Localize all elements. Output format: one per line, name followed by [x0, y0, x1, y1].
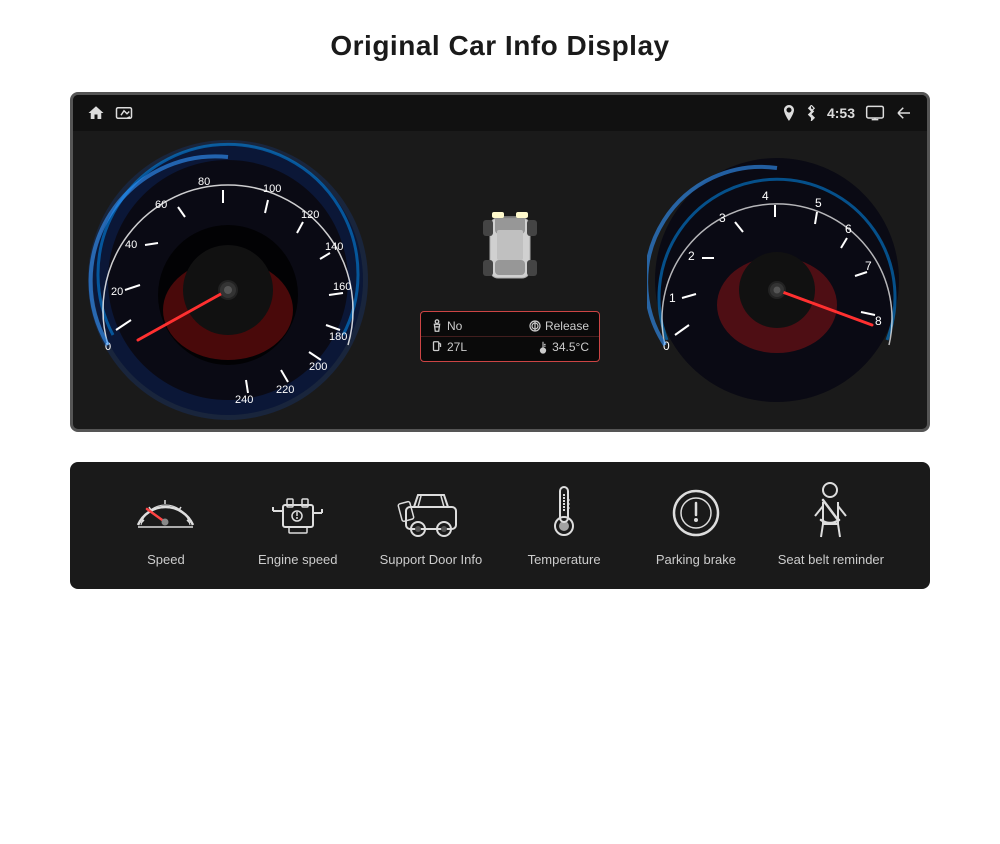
feature-speed: Speed	[116, 482, 216, 569]
seatbelt-row: No Release	[421, 316, 599, 337]
feature-temperature: Temperature	[514, 482, 614, 569]
svg-text:220: 220	[276, 384, 294, 396]
svg-text:160: 160	[333, 281, 351, 293]
temp-label: 34.5°C	[538, 340, 589, 354]
svg-text:240: 240	[235, 394, 253, 406]
svg-text:20: 20	[111, 286, 123, 298]
fuel-value: 27L	[447, 340, 467, 354]
speed-gauge: 0 20 40 60 80	[83, 135, 373, 425]
page-container: Original Car Info Display	[0, 0, 1000, 844]
svg-text:100: 100	[263, 183, 281, 195]
feature-seatbelt: Seat belt reminder	[778, 482, 884, 569]
feature-door-info: Support Door Info	[380, 482, 483, 569]
parking-brake-label: Parking brake	[656, 552, 736, 569]
home-icon	[87, 104, 105, 122]
temperature-label: Temperature	[528, 552, 601, 569]
svg-text:120: 120	[301, 209, 319, 221]
seatbelt-label: No	[431, 319, 462, 333]
screen-mirror-icon	[865, 105, 885, 121]
temp-value: 34.5°C	[552, 340, 589, 354]
brake-icon	[661, 482, 731, 542]
fuel-label: 27L	[431, 340, 467, 354]
speed-icon	[131, 482, 201, 542]
status-right: 4:53	[783, 104, 913, 122]
svg-text:60: 60	[155, 199, 167, 211]
page-title: Original Car Info Display	[330, 30, 669, 62]
info-panel: No Release	[420, 311, 600, 362]
parking-value: Release	[545, 319, 589, 333]
svg-text:140: 140	[325, 241, 343, 253]
svg-text:8: 8	[875, 314, 882, 328]
seatbelt-icon	[796, 482, 866, 542]
back-icon	[895, 104, 913, 122]
status-left	[87, 104, 133, 122]
rpm-gauge: 0 1 2 3 4	[647, 150, 907, 410]
feature-parking-brake: Parking brake	[646, 482, 746, 569]
seatbelt-label: Seat belt reminder	[778, 552, 884, 569]
svg-text:6: 6	[845, 222, 852, 236]
door-info-icon	[396, 482, 466, 542]
center-panel: No Release	[373, 131, 647, 429]
svg-text:40: 40	[125, 239, 137, 251]
svg-text:2: 2	[688, 249, 695, 263]
svg-text:3: 3	[719, 211, 726, 225]
feature-engine-speed: Engine speed	[248, 482, 348, 569]
parking-label: Release	[529, 319, 589, 333]
speed-label: Speed	[147, 552, 185, 569]
engine-speed-label: Engine speed	[258, 552, 338, 569]
door-info-label: Support Door Info	[380, 552, 483, 569]
svg-text:7: 7	[865, 259, 872, 273]
svg-text:1: 1	[669, 291, 676, 305]
engine-icon	[263, 482, 333, 542]
image-edit-icon	[115, 106, 133, 120]
thermometer-icon	[529, 482, 599, 542]
features-bar: Speed	[70, 462, 930, 589]
gauge-area: 0 20 40 60 80	[73, 131, 927, 429]
status-time: 4:53	[827, 105, 855, 121]
svg-text:180: 180	[329, 331, 347, 343]
status-bar: 4:53	[73, 95, 927, 131]
car-top-view-area	[475, 198, 545, 303]
dashboard-screen: 4:53	[70, 92, 930, 432]
location-icon	[783, 105, 795, 121]
svg-text:200: 200	[309, 361, 327, 373]
svg-text:4: 4	[762, 189, 769, 203]
fuel-temp-row: 27L 34.5°C	[421, 337, 599, 357]
svg-text:80: 80	[198, 176, 210, 188]
svg-text:5: 5	[815, 196, 822, 210]
bluetooth-icon	[805, 105, 817, 121]
